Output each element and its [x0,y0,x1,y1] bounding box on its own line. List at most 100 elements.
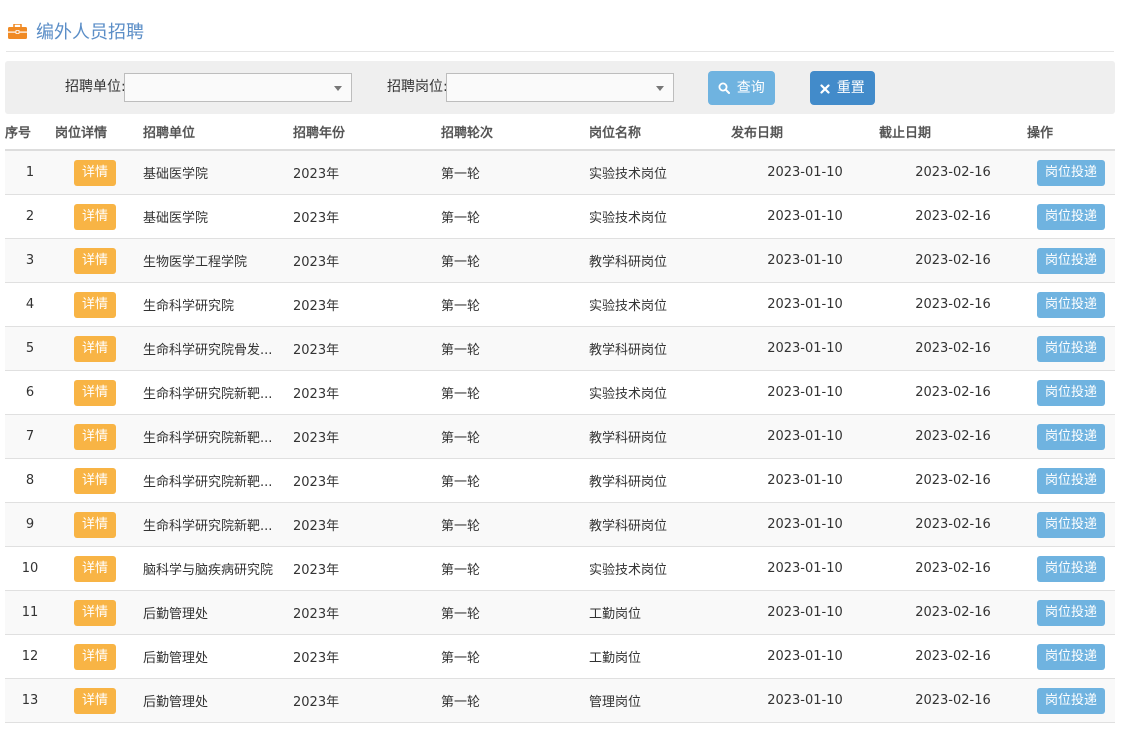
column-header-deadline: 截止日期 [879,114,1027,151]
detail-button[interactable]: 详情 [74,291,116,318]
unit-filter-select[interactable] [124,73,352,102]
row-action-cell: 岗位投递 [1027,458,1115,503]
page-header: 编外人员招聘 [6,18,1114,52]
row-year: 2023年 [285,150,433,195]
row-no: 7 [5,414,55,459]
detail-button[interactable]: 详情 [74,511,116,538]
row-deadline: 2023-02-16 [879,150,1027,195]
detail-button[interactable]: 详情 [74,687,116,714]
table-row: 1 详情 基础医学院 2023年 第一轮 实验技术岗位 2023-01-10 2023-02-… [5,150,1115,195]
row-round: 第一轮 [433,546,581,591]
briefcase-icon [8,23,27,39]
apply-button[interactable]: 岗位投递 [1037,379,1105,406]
row-publish-date: 2023-01-10 [731,150,879,195]
row-unit: 生命科学研究院新靶... [135,370,285,415]
row-round: 第一轮 [433,238,581,283]
row-unit: 脑科学与脑疾病研究院 [135,546,285,591]
table-row: 5 详情 生命科学研究院骨发... 2023年 第一轮 教学科研岗位 2023-01-10 2… [5,326,1115,371]
row-detail-cell: 详情 [55,150,135,195]
apply-button[interactable]: 岗位投递 [1037,687,1105,714]
row-round: 第一轮 [433,150,581,195]
row-round: 第一轮 [433,194,581,239]
row-round: 第一轮 [433,370,581,415]
row-action-cell: 岗位投递 [1027,634,1115,679]
row-year: 2023年 [285,326,433,371]
apply-button[interactable]: 岗位投递 [1037,335,1105,362]
row-post: 实验技术岗位 [581,150,731,195]
row-detail-cell: 详情 [55,238,135,283]
detail-button[interactable]: 详情 [74,599,116,626]
row-deadline: 2023-02-16 [879,194,1027,239]
row-publish-date: 2023-01-10 [731,414,879,459]
row-detail-cell: 详情 [55,634,135,679]
apply-button[interactable]: 岗位投递 [1037,643,1105,670]
row-deadline: 2023-02-16 [879,678,1027,723]
row-round: 第一轮 [433,678,581,723]
row-publish-date: 2023-01-10 [731,590,879,635]
position-filter-label: 招聘岗位: [387,79,448,95]
apply-button[interactable]: 岗位投递 [1037,247,1105,274]
query-button[interactable]: 查询 [708,71,775,105]
detail-button[interactable]: 详情 [74,335,116,362]
row-action-cell: 岗位投递 [1027,150,1115,195]
detail-button[interactable]: 详情 [74,203,116,230]
close-icon [820,80,836,96]
table-row: 11 详情 后勤管理处 2023年 第一轮 工勤岗位 2023-01-10 2023-02-1… [5,590,1115,635]
apply-button[interactable]: 岗位投递 [1037,423,1105,450]
row-unit: 后勤管理处 [135,634,285,679]
apply-button[interactable]: 岗位投递 [1037,467,1105,494]
row-publish-date: 2023-01-10 [731,194,879,239]
row-detail-cell: 详情 [55,370,135,415]
reset-button[interactable]: 重置 [810,71,875,105]
detail-button[interactable]: 详情 [74,423,116,450]
position-filter-select[interactable] [446,73,674,102]
row-year: 2023年 [285,370,433,415]
row-action-cell: 岗位投递 [1027,282,1115,327]
row-unit: 生命科学研究院 [135,282,285,327]
detail-button[interactable]: 详情 [74,643,116,670]
detail-button[interactable]: 详情 [74,159,116,186]
page-title: 编外人员招聘 [36,22,144,43]
table-row: 9 详情 生命科学研究院新靶... 2023年 第一轮 教学科研岗位 2023-01-10 2… [5,502,1115,547]
row-round: 第一轮 [433,590,581,635]
apply-button[interactable]: 岗位投递 [1037,159,1105,186]
row-deadline: 2023-02-16 [879,546,1027,591]
row-no: 9 [5,502,55,547]
apply-button[interactable]: 岗位投递 [1037,511,1105,538]
column-header-post: 岗位名称 [581,114,731,151]
detail-button[interactable]: 详情 [74,467,116,494]
row-deadline: 2023-02-16 [879,326,1027,371]
chevron-down-icon [334,86,342,91]
row-detail-cell: 详情 [55,326,135,371]
detail-button[interactable]: 详情 [74,555,116,582]
apply-button[interactable]: 岗位投递 [1037,291,1105,318]
row-year: 2023年 [285,502,433,547]
table-row: 4 详情 生命科学研究院 2023年 第一轮 实验技术岗位 2023-01-10 2023-0… [5,282,1115,327]
column-header-year: 招聘年份 [285,114,433,151]
row-year: 2023年 [285,678,433,723]
row-publish-date: 2023-01-10 [731,634,879,679]
row-no: 6 [5,370,55,415]
row-action-cell: 岗位投递 [1027,238,1115,283]
apply-button[interactable]: 岗位投递 [1037,203,1105,230]
row-action-cell: 岗位投递 [1027,326,1115,371]
row-round: 第一轮 [433,414,581,459]
row-no: 3 [5,238,55,283]
recruitment-table: 序号 岗位详情 招聘单位 招聘年份 招聘轮次 岗位名称 发布日期 截止日期 操作… [5,114,1115,723]
detail-button[interactable]: 详情 [74,379,116,406]
row-publish-date: 2023-01-10 [731,678,879,723]
row-no: 4 [5,282,55,327]
table-row: 3 详情 生物医学工程学院 2023年 第一轮 教学科研岗位 2023-01-10 2023-… [5,238,1115,283]
detail-button[interactable]: 详情 [74,247,116,274]
row-no: 8 [5,458,55,503]
row-detail-cell: 详情 [55,502,135,547]
apply-button[interactable]: 岗位投递 [1037,599,1105,626]
row-action-cell: 岗位投递 [1027,194,1115,239]
row-post: 教学科研岗位 [581,326,731,371]
row-no: 2 [5,194,55,239]
apply-button[interactable]: 岗位投递 [1037,555,1105,582]
row-publish-date: 2023-01-10 [731,502,879,547]
row-publish-date: 2023-01-10 [731,282,879,327]
column-header-round: 招聘轮次 [433,114,581,151]
chevron-down-icon [656,86,664,91]
